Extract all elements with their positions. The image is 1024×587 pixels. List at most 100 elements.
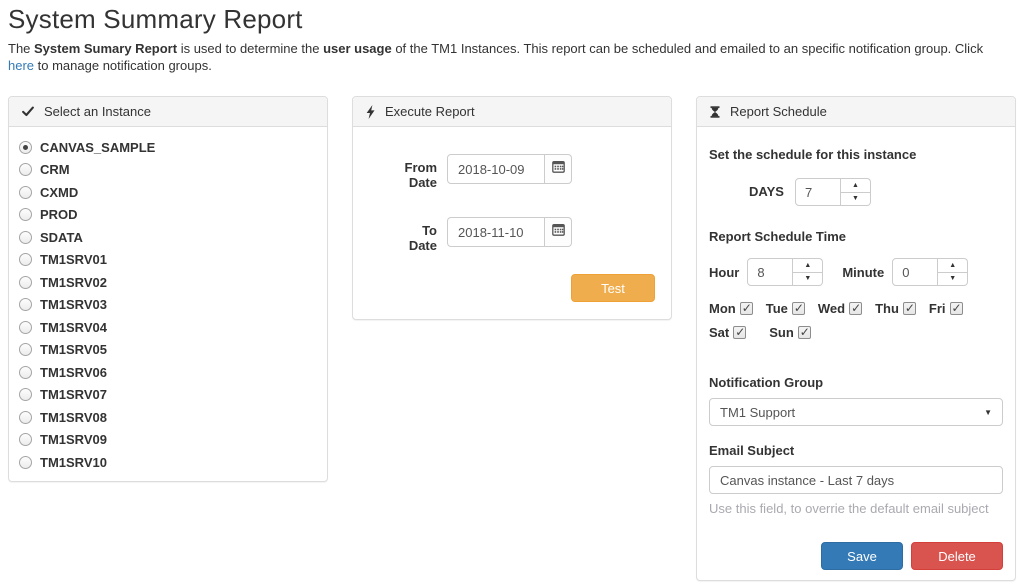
- to-date-calendar-button[interactable]: [545, 217, 572, 247]
- days-spinner-row: DAYS ▲ ▼: [749, 178, 1003, 206]
- minute-input[interactable]: [892, 258, 939, 286]
- hour-spinner: ▲ ▼: [747, 258, 824, 286]
- instance-option[interactable]: TM1SRV06: [19, 361, 317, 384]
- minute-decrement-button[interactable]: ▼: [938, 271, 969, 286]
- weekday-option[interactable]: Wed: [817, 301, 863, 316]
- radio-icon[interactable]: [19, 298, 32, 312]
- schedule-body: Set the schedule for this instance DAYS …: [697, 147, 1015, 570]
- instance-label: TM1SRV02: [40, 274, 107, 290]
- radio-icon[interactable]: [19, 433, 32, 447]
- instance-option[interactable]: TM1SRV09: [19, 429, 317, 452]
- instance-label: CXMD: [40, 184, 79, 200]
- radio-icon[interactable]: [19, 320, 32, 334]
- radio-icon[interactable]: [19, 388, 32, 402]
- report-schedule-header: Report Schedule: [697, 97, 1015, 127]
- instance-option[interactable]: TM1SRV08: [19, 406, 317, 429]
- notification-group-select[interactable]: TM1 Support ▼: [709, 398, 1003, 426]
- instance-option[interactable]: CXMD: [19, 181, 317, 204]
- weekday-option[interactable]: Sun: [769, 325, 811, 340]
- instance-label: TM1SRV08: [40, 409, 107, 425]
- hour-input[interactable]: [747, 258, 794, 286]
- page: System Summary Report The System Sumary …: [0, 0, 1024, 587]
- from-date-row: From Date: [353, 154, 671, 190]
- desc-bold-report-name: System Sumary Report: [34, 41, 178, 56]
- weekday-checkbox[interactable]: [949, 301, 963, 315]
- panel-title: Report Schedule: [730, 104, 827, 119]
- radio-icon[interactable]: [19, 140, 32, 154]
- to-date-input[interactable]: [447, 217, 545, 247]
- instance-option[interactable]: TM1SRV03: [19, 294, 317, 317]
- instance-list: CANVAS_SAMPLE CRM CXMD PROD SDATA TM1SRV…: [9, 127, 327, 483]
- instance-option[interactable]: TM1SRV02: [19, 271, 317, 294]
- radio-icon[interactable]: [19, 208, 32, 222]
- desc-text: is used to determine the: [177, 41, 324, 56]
- from-date-input[interactable]: [447, 154, 545, 184]
- radio-icon[interactable]: [19, 253, 32, 267]
- instance-label: TM1SRV07: [40, 387, 107, 403]
- save-button[interactable]: Save: [821, 542, 903, 570]
- schedule-actions: Save Delete: [709, 542, 1003, 570]
- weekday-checkbox[interactable]: [902, 301, 916, 315]
- from-date-calendar-button[interactable]: [545, 154, 572, 184]
- radio-icon[interactable]: [19, 455, 32, 469]
- to-date-label: To Date: [408, 223, 437, 253]
- radio-icon[interactable]: [19, 275, 32, 289]
- delete-button[interactable]: Delete: [911, 542, 1003, 570]
- email-subject-help: Use this field, to overrie the default e…: [709, 501, 989, 516]
- radio-icon[interactable]: [19, 163, 32, 177]
- notification-group-label: Notification Group: [709, 375, 824, 390]
- instance-option[interactable]: TM1SRV10: [19, 451, 317, 474]
- to-date-group: [447, 217, 572, 253]
- hour-increment-button[interactable]: ▲: [793, 258, 824, 272]
- minute-increment-button[interactable]: ▲: [938, 258, 969, 272]
- instance-label: SDATA: [40, 229, 83, 245]
- weekday-checkboxes: Mon Tue Wed Thu: [709, 301, 1003, 340]
- radio-icon[interactable]: [19, 230, 32, 244]
- weekday-option[interactable]: Tue: [766, 301, 805, 316]
- instance-label: TM1SRV01: [40, 252, 107, 268]
- days-increment-button[interactable]: ▲: [840, 178, 871, 192]
- weekday-checkbox[interactable]: [797, 325, 811, 339]
- instance-option[interactable]: CANVAS_SAMPLE: [19, 136, 317, 159]
- radio-icon[interactable]: [19, 365, 32, 379]
- test-button[interactable]: Test: [571, 274, 655, 302]
- instance-option[interactable]: TM1SRV07: [19, 384, 317, 407]
- instance-label: TM1SRV03: [40, 297, 107, 313]
- weekday-checkbox[interactable]: [791, 301, 805, 315]
- weekday-checkbox[interactable]: [739, 301, 753, 315]
- weekday-option[interactable]: Fri: [929, 301, 963, 316]
- check-icon: [21, 105, 35, 118]
- instance-option[interactable]: TM1SRV04: [19, 316, 317, 339]
- radio-icon[interactable]: [19, 410, 32, 424]
- minute-label: Minute: [842, 264, 885, 280]
- days-spinner-buttons: ▲ ▼: [840, 178, 871, 206]
- radio-icon[interactable]: [19, 185, 32, 199]
- instance-option[interactable]: CRM: [19, 159, 317, 182]
- weekday-label: Fri: [928, 301, 946, 316]
- minute-spinner: ▲ ▼: [892, 258, 969, 286]
- panel-title: Select an Instance: [44, 104, 151, 119]
- weekday-option[interactable]: Thu: [875, 301, 916, 316]
- chevron-down-icon: ▼: [984, 407, 992, 417]
- instance-option[interactable]: TM1SRV01: [19, 249, 317, 272]
- weekday-checkbox[interactable]: [849, 301, 863, 315]
- days-input[interactable]: [794, 178, 841, 206]
- schedule-time-title: Report Schedule Time: [709, 229, 847, 244]
- instance-label: TM1SRV05: [40, 342, 107, 358]
- hour-label: Hour: [709, 264, 740, 280]
- radio-icon[interactable]: [19, 343, 32, 357]
- weekday-option[interactable]: Sat: [709, 325, 747, 340]
- weekday-checkbox[interactable]: [733, 325, 747, 339]
- select-instance-header: Select an Instance: [9, 97, 327, 127]
- hour-decrement-button[interactable]: ▼: [793, 271, 824, 286]
- weekday-option[interactable]: Mon: [709, 301, 753, 316]
- days-decrement-button[interactable]: ▼: [840, 191, 871, 206]
- instance-label: CRM: [40, 162, 70, 178]
- instance-option[interactable]: TM1SRV05: [19, 339, 317, 362]
- instance-option[interactable]: SDATA: [19, 226, 317, 249]
- email-subject-label: Email Subject: [709, 443, 795, 458]
- manage-groups-link[interactable]: here: [8, 58, 34, 73]
- instance-option[interactable]: PROD: [19, 204, 317, 227]
- weekday-label: Wed: [817, 301, 846, 316]
- email-subject-input[interactable]: [709, 466, 1003, 494]
